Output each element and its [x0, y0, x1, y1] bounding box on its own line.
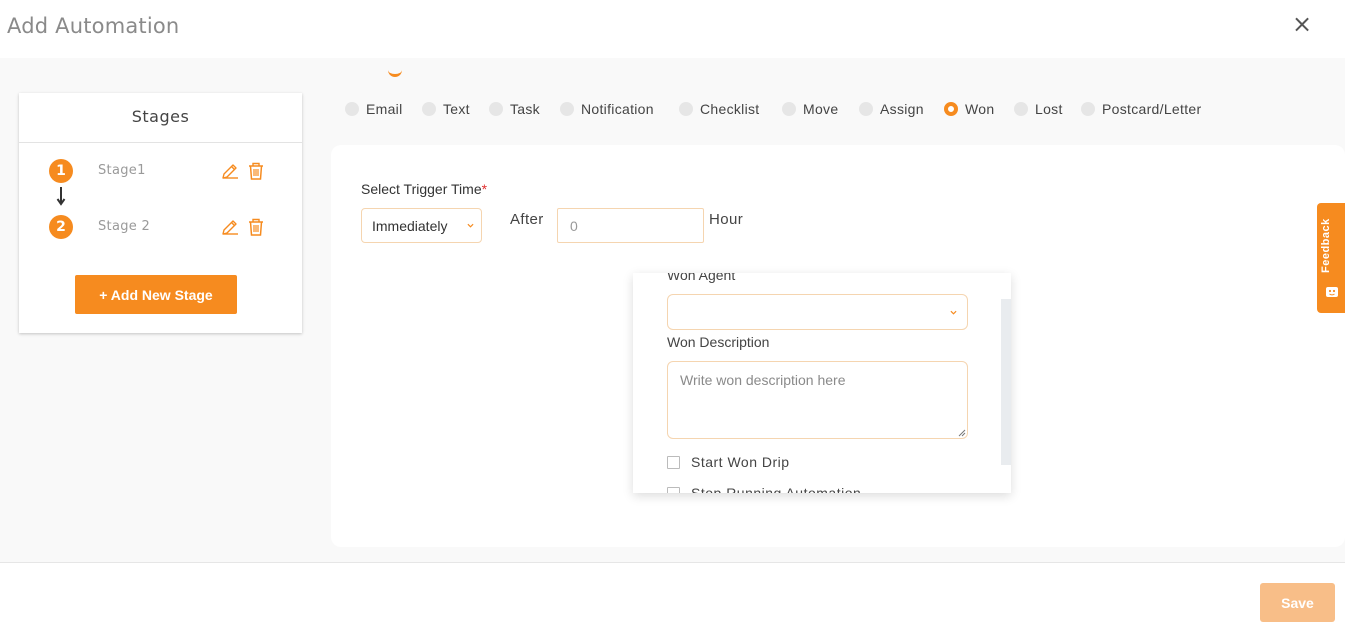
radio-notification[interactable]: Notification	[560, 98, 654, 120]
stage-row-1[interactable]: 1 Stage1	[19, 157, 302, 185]
radio-label: Notification	[581, 101, 654, 117]
feedback-label: Feedback	[1320, 218, 1332, 274]
required-mark: *	[481, 181, 488, 197]
radio-indicator	[345, 102, 359, 116]
radio-label: Assign	[880, 101, 924, 117]
checkbox-box	[667, 455, 680, 469]
trigger-time-label: Select Trigger Time*	[361, 181, 487, 197]
radio-label: Email	[366, 101, 403, 117]
hour-label: Hour	[709, 211, 744, 228]
radio-indicator	[1081, 102, 1095, 116]
radio-indicator	[679, 102, 693, 116]
radio-email[interactable]: Email	[345, 98, 403, 120]
stages-panel: Stages 1 Stage1 2 Stage 2 + Add New Stag…	[19, 93, 302, 333]
radio-assign[interactable]: Assign	[859, 98, 924, 120]
pencil-icon[interactable]	[220, 161, 240, 181]
checkbox-label: Stop Running Automation	[691, 485, 862, 493]
close-button[interactable]: ×	[1290, 10, 1314, 38]
radio-checklist[interactable]: Checklist	[679, 98, 760, 120]
won-agent-select[interactable]	[667, 294, 968, 330]
stage-number-badge: 1	[49, 159, 73, 183]
scrollbar[interactable]	[1001, 299, 1011, 465]
pencil-icon[interactable]	[220, 217, 240, 237]
modal-body: Stages 1 Stage1 2 Stage 2 + Add New Stag…	[0, 58, 1345, 563]
chevron-down-icon	[467, 223, 474, 228]
checkbox-box	[667, 486, 680, 493]
radio-move[interactable]: Move	[782, 98, 838, 120]
won-agent-label: Won Agent	[667, 273, 736, 283]
stage-row-2[interactable]: 2 Stage 2	[19, 213, 302, 241]
arrow-down-icon	[56, 187, 66, 206]
radio-text[interactable]: Text	[422, 98, 470, 120]
radio-indicator-selected	[944, 102, 958, 116]
radio-label: Text	[443, 101, 470, 117]
won-description-textarea[interactable]	[667, 361, 968, 439]
stages-title: Stages	[19, 93, 302, 143]
feedback-tab[interactable]: Feedback	[1317, 203, 1345, 313]
radio-indicator	[782, 102, 796, 116]
save-button[interactable]: Save	[1260, 583, 1335, 622]
radio-won[interactable]: Won	[944, 98, 994, 120]
trash-icon[interactable]	[247, 217, 265, 237]
action-type-radios: Email Text Task Notification Checklist M…	[345, 98, 1245, 120]
chevron-down-icon	[950, 310, 957, 315]
resize-grip-icon[interactable]	[958, 429, 966, 437]
trigger-time-value: Immediately	[372, 217, 448, 234]
radio-indicator	[1014, 102, 1028, 116]
won-description-label: Won Description	[667, 334, 770, 350]
stage-number-badge: 2	[49, 215, 73, 239]
modal-title: Add Automation	[7, 14, 180, 38]
radio-label: Move	[803, 101, 839, 117]
stop-running-automation-checkbox[interactable]: Stop Running Automation	[667, 484, 861, 493]
radio-postcard-letter[interactable]: Postcard/Letter	[1081, 98, 1201, 120]
radio-label: Lost	[1035, 101, 1063, 117]
stage-name: Stage 2	[98, 219, 151, 234]
radio-indicator	[422, 102, 436, 116]
won-settings-panel: Won Agent Won Description Start Won Drip…	[633, 273, 1011, 493]
radio-indicator	[489, 102, 503, 116]
close-icon: ×	[1291, 10, 1313, 38]
radio-label: Task	[510, 101, 540, 117]
radio-label: Postcard/Letter	[1102, 101, 1202, 117]
trigger-time-select[interactable]: Immediately	[361, 208, 482, 243]
trash-icon[interactable]	[247, 161, 265, 181]
action-settings-card: Select Trigger Time* Immediately After H…	[331, 145, 1345, 547]
after-label: After	[510, 211, 544, 228]
radio-lost[interactable]: Lost	[1014, 98, 1063, 120]
scroll-indicator	[388, 70, 402, 77]
trigger-time-label-text: Select Trigger Time	[361, 181, 482, 197]
checkbox-label: Start Won Drip	[691, 454, 790, 470]
feedback-icon	[1326, 287, 1338, 297]
after-hours-input[interactable]	[557, 208, 704, 243]
modal-header: Add Automation ×	[0, 0, 1345, 58]
radio-task[interactable]: Task	[489, 98, 540, 120]
add-new-stage-button[interactable]: + Add New Stage	[75, 275, 237, 314]
radio-label: Won	[965, 101, 995, 117]
stage-name: Stage1	[98, 163, 146, 178]
start-won-drip-checkbox[interactable]: Start Won Drip	[667, 453, 790, 471]
radio-label: Checklist	[700, 101, 760, 117]
radio-indicator	[859, 102, 873, 116]
radio-indicator	[560, 102, 574, 116]
